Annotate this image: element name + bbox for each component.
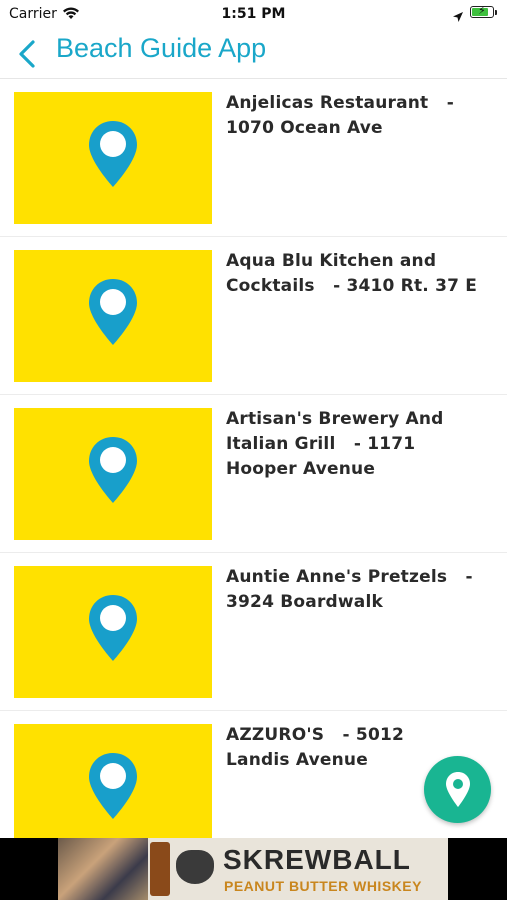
- listing-thumbnail: [14, 408, 212, 540]
- ad-brand-name: SKREWBALL: [223, 844, 411, 875]
- map-view-button[interactable]: [424, 756, 491, 823]
- listing-thumbnail: [14, 724, 212, 856]
- listing-name: Aqua Blu Kitchen and Cocktails - 3410 Rt…: [226, 251, 478, 296]
- status-time: 1:51 PM: [221, 6, 286, 22]
- listing-thumbnail: [14, 566, 212, 698]
- map-pin-icon: [89, 279, 137, 345]
- map-pin-icon: [89, 437, 137, 503]
- ad-photo: [58, 838, 148, 900]
- location-arrow-icon: [452, 8, 464, 27]
- whiskey-bottle-image: [150, 842, 170, 896]
- ad-creative[interactable]: SKREWBALL PEANUT BUTTER WHISKEY: [58, 838, 448, 900]
- listing-name: Artisan's Brewery And Italian Grill - 11…: [226, 409, 450, 479]
- list-item[interactable]: Aqua Blu Kitchen and Cocktails - 3410 Rt…: [0, 237, 507, 395]
- listing-name: Auntie Anne's Pretzels - 3924 Boardwalk: [226, 567, 479, 612]
- map-pin-icon: [89, 753, 137, 819]
- listing-thumbnail: [14, 92, 212, 224]
- ad-tagline: PEANUT BUTTER WHISKEY: [224, 878, 422, 894]
- map-pin-icon: [89, 121, 137, 187]
- page-title: Beach Guide App: [56, 33, 267, 63]
- list-item[interactable]: Anjelicas Restaurant - 1070 Ocean Ave: [0, 79, 507, 237]
- map-pin-icon: [89, 595, 137, 661]
- list-item[interactable]: Artisan's Brewery And Italian Grill - 11…: [0, 395, 507, 553]
- brand-logo-icon: [176, 850, 214, 884]
- ad-banner: SKREWBALL PEANUT BUTTER WHISKEY: [0, 838, 507, 900]
- listing-list: Anjelicas Restaurant - 1070 Ocean Ave Aq…: [0, 79, 507, 869]
- listing-name: Anjelicas Restaurant - 1070 Ocean Ave: [226, 93, 461, 138]
- battery-cap: [495, 10, 497, 15]
- status-bar: Carrier 1:51 PM ⚡: [0, 0, 507, 30]
- list-item[interactable]: Auntie Anne's Pretzels - 3924 Boardwalk: [0, 553, 507, 711]
- listing-thumbnail: [14, 250, 212, 382]
- battery-icon: ⚡: [470, 4, 494, 18]
- map-pin-icon: [446, 772, 470, 807]
- back-chevron-icon[interactable]: [14, 38, 44, 70]
- navigation-bar: Beach Guide App: [0, 30, 507, 79]
